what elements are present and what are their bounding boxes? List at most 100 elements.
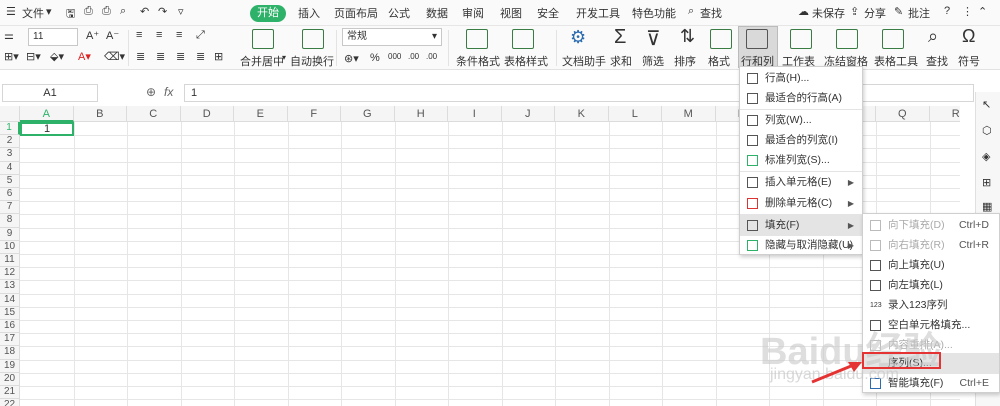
border-icon[interactable]: ⊞▾ — [4, 50, 19, 63]
align-middle-icon[interactable]: ≡ — [156, 29, 162, 41]
column-header-b[interactable]: B — [73, 106, 127, 122]
merge-center-icon[interactable] — [252, 29, 274, 49]
tab-view[interactable]: 视图 — [500, 5, 522, 21]
name-box[interactable]: A1 — [2, 84, 98, 102]
column-header-d[interactable]: D — [180, 106, 234, 122]
column-header-f[interactable]: F — [287, 106, 341, 122]
row-header-15[interactable]: 15 — [0, 306, 20, 320]
row-header-19[interactable]: 19 — [0, 359, 20, 373]
comment-button[interactable]: 批注 — [908, 5, 930, 21]
menu-col-width[interactable]: 列宽(W)... — [740, 110, 862, 131]
column-header-q[interactable]: Q — [876, 106, 930, 122]
file-menu[interactable]: 文件 — [22, 5, 44, 21]
column-header-i[interactable]: I — [448, 106, 502, 122]
row-header-20[interactable]: 20 — [0, 372, 20, 386]
sort-button[interactable]: 排序 — [674, 53, 696, 69]
thousands-separator-button[interactable]: 000 — [388, 52, 401, 61]
row-header-5[interactable]: 5 — [0, 174, 20, 188]
table-tools-icon[interactable] — [882, 29, 904, 49]
row-header-7[interactable]: 7 — [0, 201, 20, 215]
increase-decimal-button[interactable]: .00 — [408, 52, 419, 61]
number-format-select[interactable]: 常规 ▾ — [342, 28, 442, 46]
menu-best-row-height[interactable]: 最适合的行高(A) — [740, 88, 862, 109]
tab-security[interactable]: 安全 — [537, 5, 559, 21]
menu-best-col-width[interactable]: 最适合的列宽(I) — [740, 130, 862, 151]
table-icon[interactable]: ⊞ — [982, 176, 991, 189]
auto-wrap-button[interactable]: 自动换行 — [290, 53, 334, 69]
distributed-icon[interactable]: ⊞ — [214, 50, 223, 63]
format-painter-icon[interactable]: ⚌ — [4, 29, 14, 42]
symbol-icon[interactable]: Ω — [962, 26, 975, 47]
row-col-icon[interactable] — [746, 29, 768, 49]
row-header-11[interactable]: 11 — [0, 254, 20, 268]
align-center-icon[interactable]: ≣ — [156, 50, 165, 63]
hamburger-icon[interactable]: ☰ — [6, 5, 16, 18]
menu-delete-cells[interactable]: 删除单元格(C) ▶ — [740, 193, 862, 214]
increase-font-icon[interactable]: A⁺ — [86, 29, 99, 42]
format-button[interactable]: 格式 — [708, 53, 730, 69]
column-header-r[interactable]: R — [929, 106, 960, 122]
table-style-button[interactable]: 表格样式 — [504, 53, 548, 69]
find-button[interactable]: 查找 — [926, 53, 948, 69]
row-header-22[interactable]: 22 — [0, 399, 20, 406]
column-header-c[interactable]: C — [127, 106, 181, 122]
collapse-ribbon-icon[interactable]: ⌃ — [978, 5, 987, 18]
menu-fill-up[interactable]: 向上填充(U) — [863, 255, 999, 276]
row-header-3[interactable]: 3 — [0, 148, 20, 162]
align-bottom-icon[interactable]: ≡ — [176, 29, 182, 41]
row-header-12[interactable]: 12 — [0, 267, 20, 281]
search-icon[interactable]: ⌕ — [688, 5, 694, 18]
percent-button[interactable]: % — [370, 52, 380, 64]
zoom-icon[interactable]: ⊕ — [146, 85, 156, 99]
fill-color-icon[interactable]: ⬙▾ — [50, 50, 64, 63]
tab-insert[interactable]: 插入 — [298, 5, 320, 21]
row-header-10[interactable]: 10 — [0, 240, 20, 254]
worksheet-icon[interactable] — [790, 29, 812, 49]
currency-icon[interactable]: ⊛▾ — [344, 52, 359, 65]
row-header-9[interactable]: 9 — [0, 227, 20, 241]
row-header-8[interactable]: 8 — [0, 214, 20, 228]
share-button[interactable]: 分享 — [864, 5, 886, 21]
column-header-e[interactable]: E — [234, 106, 288, 122]
select-all-corner[interactable] — [0, 106, 20, 122]
row-header-2[interactable]: 2 — [0, 135, 20, 149]
menu-row-height[interactable]: 行高(H)... — [740, 68, 862, 89]
doc-helper-button[interactable]: 文档助手 — [562, 53, 606, 69]
table-style-icon[interactable] — [512, 29, 534, 49]
share-icon[interactable]: ⇪ — [850, 5, 859, 18]
column-header-a[interactable]: A — [20, 106, 74, 122]
symbol-button[interactable]: 符号 — [958, 53, 980, 69]
find-icon[interactable]: ⌕ — [928, 26, 938, 47]
conditional-format-button[interactable]: 条件格式 — [456, 53, 500, 69]
shape-icon[interactable]: ⬡ — [982, 124, 992, 137]
row-header-18[interactable]: 18 — [0, 346, 20, 360]
cell-a1[interactable]: 1 — [20, 122, 74, 136]
menu-fill-left[interactable]: 向左填充(L) — [863, 275, 999, 296]
merge-dropdown-icon[interactable]: ▾ — [282, 53, 286, 62]
column-header-k[interactable]: K — [555, 106, 609, 122]
row-header-21[interactable]: 21 — [0, 386, 20, 400]
filter-button[interactable]: 筛选 — [642, 53, 664, 69]
unsaved-status[interactable]: 未保存 — [812, 5, 845, 21]
auto-wrap-icon[interactable] — [302, 29, 324, 49]
fx-icon[interactable]: fx — [164, 85, 173, 99]
row-header-4[interactable]: 4 — [0, 161, 20, 175]
search-label[interactable]: 查找 — [700, 5, 722, 21]
help-button[interactable]: ? — [944, 5, 950, 17]
tab-review[interactable]: 审阅 — [462, 5, 484, 21]
font-color-icon[interactable]: A▾ — [78, 50, 91, 63]
align-left-icon[interactable]: ≣ — [136, 50, 145, 63]
tab-data[interactable]: 数据 — [426, 5, 448, 21]
quick-access-dropdown-icon[interactable]: ▿ — [178, 5, 184, 18]
select-tool-icon[interactable]: ↖ — [982, 98, 991, 111]
undo-icon[interactable]: ↶ — [140, 5, 149, 18]
column-header-h[interactable]: H — [394, 106, 448, 122]
decrease-font-icon[interactable]: A⁻ — [106, 29, 119, 42]
table-tools-button[interactable]: 表格工具 — [874, 53, 918, 69]
column-header-j[interactable]: J — [501, 106, 555, 122]
comment-icon[interactable]: ✎ — [894, 5, 903, 18]
layers-icon[interactable]: ◈ — [982, 150, 990, 163]
redo-icon[interactable]: ↷ — [158, 5, 167, 18]
tab-page-layout[interactable]: 页面布局 — [334, 5, 378, 21]
menu-fill-down[interactable]: 向下填充(D) Ctrl+D — [863, 215, 999, 236]
